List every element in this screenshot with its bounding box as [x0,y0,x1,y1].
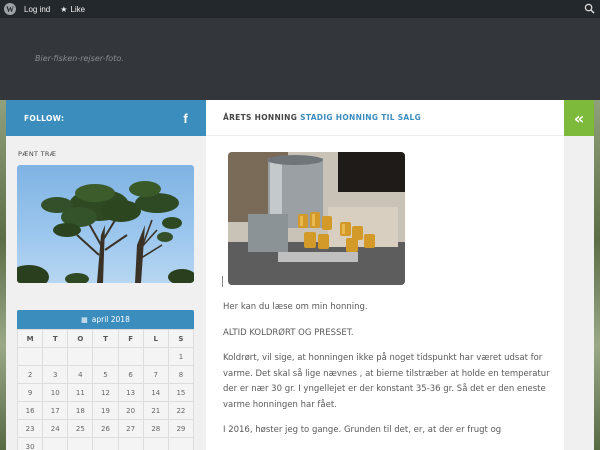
calendar-day: 13 [117,383,144,402]
weekday: O [67,329,94,348]
calendar-week: 9 10 11 12 13 14 15 [16,383,195,402]
calendar-day [142,437,169,450]
like-label: Like [70,4,86,14]
calendar-day: 17 [42,401,69,420]
calendar-day: 7 [142,365,169,384]
calendar-day: 18 [67,401,94,420]
calendar-day: 1 [167,347,195,366]
calendar-day [92,437,119,450]
paragraph: I 2016, høster jeg to gange. Grunden til… [223,425,502,435]
right-column: « [564,100,594,450]
weekday: T [42,329,69,348]
star-icon: ★ [60,4,68,14]
page-wrapper: FOLLOW: f PÆNT TRÆ ▦ april 2018 M T O T … [6,100,594,450]
wordpress-logo-icon[interactable]: W [4,3,16,15]
calendar-day [42,347,69,366]
follow-label: FOLLOW: [24,113,65,123]
text-caret [222,276,223,287]
calendar-weekdays: M T O T F L S [16,329,195,348]
calendar-header: ▦ april 2018 [17,310,194,329]
site-tagline: Bier-fisken-rejser-foto. [35,54,124,63]
follow-bar: FOLLOW: f [6,100,206,136]
main-content: ÅRETS HONNING STADIG HONNING TIL SALG He… [206,100,564,450]
calendar-day: 5 [92,365,119,384]
calendar-day: 15 [167,383,195,402]
calendar-day: 9 [16,383,44,402]
page-title-main: ÅRETS HONNING [223,113,298,122]
weekday: T [92,329,119,348]
calendar-day: 21 [142,401,169,420]
calendar-day: 25 [67,419,94,438]
calendar-widget: ▦ april 2018 M T O T F L S 1 2 3 4 5 6 7… [16,310,195,450]
article-body: Her kan du læse om min honning. ALTID KO… [223,300,553,449]
login-link[interactable]: Log ind [24,5,50,14]
calendar-day: 28 [142,419,169,438]
calendar-day: 16 [16,401,44,420]
admin-bar: W Log ind ★ Like [0,0,600,18]
calendar-day: 11 [67,383,94,402]
weekday: S [167,329,195,348]
calendar-week: 30 [16,437,195,450]
sidebar: FOLLOW: f PÆNT TRÆ ▦ april 2018 M T O T … [6,100,206,450]
calendar-day: 30 [16,437,44,450]
calendar-day: 10 [42,383,69,402]
double-chevron-left-icon[interactable]: « [564,100,594,136]
like-button[interactable]: ★ Like [60,5,85,14]
calendar-table: M T O T F L S 1 2 3 4 5 6 7 8 9 10 11 12… [16,329,195,450]
tree-photo [17,165,194,283]
calendar-day: 23 [16,419,44,438]
calendar-day: 8 [167,365,195,384]
calendar-day: 22 [167,401,195,420]
calendar-week: 16 17 18 19 20 21 22 [16,401,195,420]
weekday: M [16,329,44,348]
page-title-sub: STADIG HONNING TIL SALG [300,113,422,122]
search-icon[interactable] [584,3,595,14]
calendar-icon: ▦ [81,315,88,324]
calendar-day [16,347,44,366]
calendar-day: 29 [167,419,195,438]
calendar-week: 23 24 25 26 27 28 29 [16,419,195,438]
calendar-day [67,347,94,366]
calendar-day: 20 [117,401,144,420]
calendar-day: 6 [117,365,144,384]
login-label: Log ind [24,4,51,14]
calendar-day: 2 [16,365,44,384]
calendar-day [142,347,169,366]
calendar-day [42,437,69,450]
calendar-day: 4 [67,365,94,384]
page-title: ÅRETS HONNING STADIG HONNING TIL SALG [206,100,564,136]
paragraph: Koldrørt, vil sige, at honningen ikke på… [223,353,550,410]
calendar-day [92,347,119,366]
weekday: F [117,329,144,348]
calendar-day: 24 [42,419,69,438]
calendar-day: 14 [142,383,169,402]
calendar-day: 26 [92,419,119,438]
calendar-week: 2 3 4 5 6 7 8 [16,365,195,384]
paragraph: Her kan du læse om min honning. [223,302,368,312]
paragraph: ALTID KOLDRØRT OG PRESSET. [223,327,354,338]
calendar-day [67,437,94,450]
calendar-week: 1 [16,347,195,366]
calendar-day [117,437,144,450]
facebook-icon[interactable]: f [183,111,188,126]
calendar-day [117,347,144,366]
calendar-month: april 2018 [91,315,130,324]
weekday: L [142,329,169,348]
calendar-day: 19 [92,401,119,420]
calendar-day: 27 [117,419,144,438]
calendar-day: 3 [42,365,69,384]
site-header: Bier-fisken-rejser-foto. [0,18,600,100]
widget-title: PÆNT TRÆ [18,150,57,158]
calendar-day [167,437,195,450]
calendar-day: 12 [92,383,119,402]
honey-photo [228,152,405,285]
